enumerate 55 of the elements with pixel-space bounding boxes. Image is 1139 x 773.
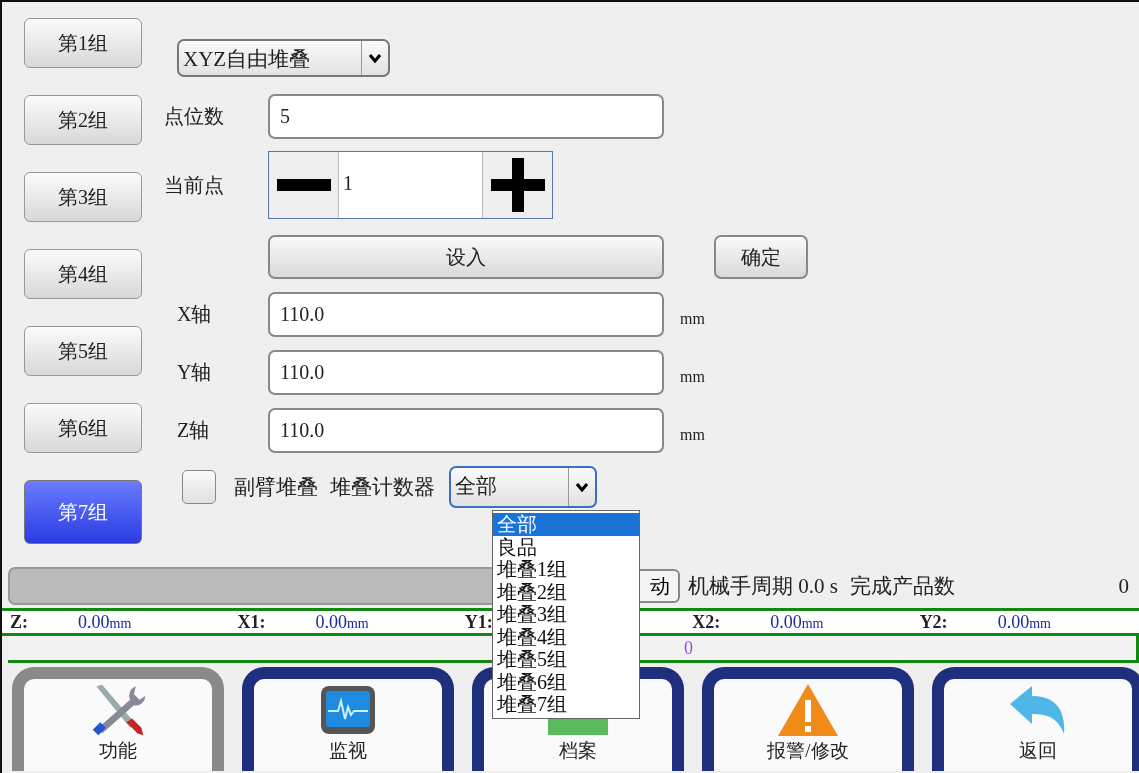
position-value: 0.00mm	[997, 611, 1051, 633]
set-button[interactable]: 设入	[268, 235, 664, 279]
nav-button[interactable]: 报警/修改	[702, 667, 914, 771]
minus-icon	[276, 179, 331, 191]
finished-count-value: 0	[1118, 573, 1129, 599]
input-field[interactable]: 110.0	[268, 407, 664, 453]
dropdown-option[interactable]: 良品	[493, 535, 639, 558]
axis-label: Y2:	[919, 611, 948, 633]
axis-label: Y1:	[464, 611, 493, 633]
axis-label: Z:	[10, 611, 28, 633]
dropdown-option[interactable]: 堆叠7组	[493, 693, 639, 716]
axis-label: X轴	[176, 301, 213, 327]
dropdown-option[interactable]: 堆叠4组	[493, 625, 639, 648]
chevron-icon	[576, 482, 588, 492]
cycle-time-text: 机械手周期 0.0 s	[688, 573, 838, 600]
plus-icon	[490, 158, 545, 212]
group-button[interactable]: 第2组	[24, 95, 142, 145]
unit-label: mm	[680, 426, 705, 444]
group-button[interactable]: 第7组	[24, 480, 142, 544]
confirm-button[interactable]: 确定	[714, 235, 808, 279]
input-field[interactable]: 110.0	[268, 349, 664, 395]
group-button[interactable]: 第5组	[24, 326, 142, 376]
unit-label: mm	[680, 368, 705, 386]
counter-value: 0	[684, 637, 693, 659]
decrement-button[interactable]	[269, 152, 338, 218]
field-label: 当前点	[164, 172, 225, 198]
dropdown-option[interactable]: 全部	[493, 513, 639, 536]
nav-button[interactable]: 功能	[12, 667, 224, 771]
axis-label: Y轴	[176, 359, 213, 385]
group-button[interactable]: 第3组	[24, 172, 142, 222]
nav-button[interactable]: 返回	[932, 667, 1139, 771]
axis-label: X2:	[692, 611, 721, 633]
chevron-icon	[369, 53, 381, 63]
unit-label: mm	[680, 310, 705, 328]
counter-label: 堆叠计数器	[330, 474, 435, 501]
axis-label: Z轴	[176, 417, 211, 443]
field-label: 点位数	[164, 104, 225, 129]
mode-select[interactable]: XYZ自由堆叠	[177, 39, 390, 77]
nav-button[interactable]: 监视	[242, 667, 454, 771]
input-field[interactable]: 110.0	[268, 291, 664, 337]
checkbox[interactable]	[182, 470, 216, 504]
dropdown-option[interactable]: 堆叠3组	[493, 603, 639, 626]
position-value: 0.00mm	[315, 611, 369, 633]
group-button[interactable]: 第1组	[24, 18, 142, 68]
group-button[interactable]: 第4组	[24, 249, 142, 299]
axis-label: X1:	[237, 611, 266, 633]
checkbox-label: 副臂堆叠	[234, 474, 318, 501]
group-button[interactable]: 第6组	[24, 403, 142, 453]
input-field[interactable]: 5	[268, 94, 664, 139]
position-value: 0.00mm	[78, 611, 132, 633]
finished-count-label: 完成产品数	[849, 573, 955, 600]
dropdown-option[interactable]: 堆叠6组	[493, 670, 639, 693]
increment-button[interactable]	[483, 152, 552, 218]
counter-select[interactable]: 全部	[449, 466, 597, 508]
position-value: 0.00mm	[770, 611, 824, 633]
